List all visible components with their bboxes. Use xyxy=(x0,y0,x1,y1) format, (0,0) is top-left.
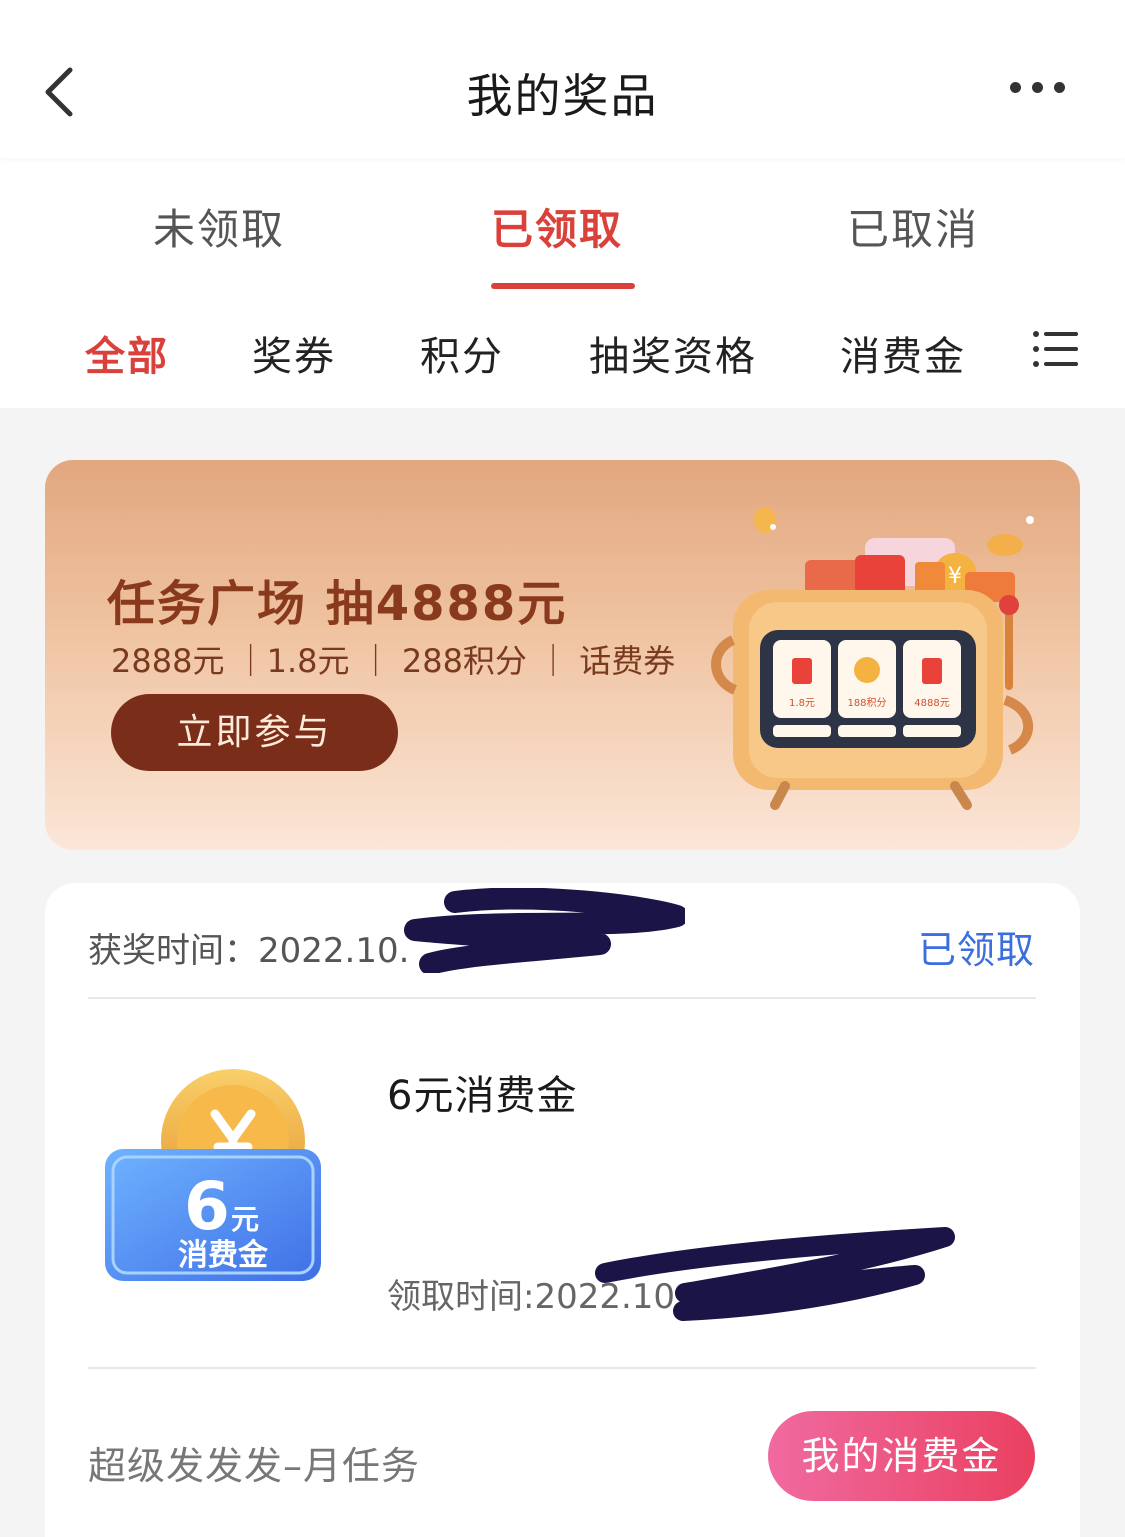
tab-unclaimed[interactable]: 未领取 xyxy=(153,196,285,257)
slot-2-label: 188积分 xyxy=(847,697,886,709)
more-dots-icon xyxy=(1010,82,1021,93)
coupon-unit: 元 xyxy=(231,1203,259,1236)
redaction-scribble xyxy=(404,888,685,973)
filter-points[interactable]: 积分 xyxy=(420,324,504,382)
prize-card[interactable]: 获奖时间：2022.10. 已领取 6 元 消费金 6元消费金 领取时间:202… xyxy=(45,883,1080,1537)
list-menu-icon[interactable] xyxy=(1032,329,1080,369)
filter-all[interactable]: 全部 xyxy=(85,324,169,382)
svg-text:¥: ¥ xyxy=(948,564,962,589)
task-name: 超级发发发–月任务 xyxy=(88,1444,421,1488)
coupon-amount: 6 xyxy=(184,1168,230,1245)
tab-claimed[interactable]: 已领取 xyxy=(491,196,623,257)
page-title: 我的奖品 xyxy=(466,69,659,123)
active-tab-indicator xyxy=(491,283,635,289)
task-plaza-banner[interactable]: 任务广场 抽4888元 2888元 ｜1.8元 ｜ 288积分 ｜ 话费券 立即… xyxy=(45,460,1080,850)
filter-lottery[interactable]: 抽奖资格 xyxy=(589,324,757,382)
slot-3-label: 4888元 xyxy=(914,698,949,709)
prize-name: 6元消费金 xyxy=(387,1073,578,1119)
slot-machine-illustration: ¥ 1.8元 188积分 4888元 xyxy=(711,507,1034,810)
slot-1-label: 1.8元 xyxy=(789,698,815,709)
divider xyxy=(88,1367,1036,1369)
award-time: 获奖时间：2022.10. xyxy=(88,931,410,971)
tab-section: 未领取 已领取 已取消 全部 奖券 积分 抽奖资格 消费金 xyxy=(0,158,1125,408)
filter-coupon[interactable]: 奖券 xyxy=(252,324,336,382)
tab-cancelled[interactable]: 已取消 xyxy=(847,196,979,257)
divider xyxy=(88,997,1036,999)
top-bar: 我的奖品 xyxy=(0,0,1125,158)
status-badge: 已领取 xyxy=(917,928,1035,972)
more-button[interactable] xyxy=(1010,78,1080,104)
claim-time: 领取时间:2022.10. xyxy=(387,1277,686,1317)
banner-subtitle: 2888元 ｜1.8元 ｜ 288积分 ｜ 话费券 xyxy=(111,642,676,680)
coupon-type: 消费金 xyxy=(178,1238,269,1273)
join-now-button[interactable]: 立即参与 xyxy=(111,694,398,771)
filter-consumption-money[interactable]: 消费金 xyxy=(840,324,966,382)
banner-title: 任务广场 抽4888元 xyxy=(107,576,568,632)
my-consumption-money-button[interactable]: 我的消费金 xyxy=(768,1411,1035,1501)
consumption-coupon-icon: 6 元 消费金 xyxy=(105,1069,321,1281)
